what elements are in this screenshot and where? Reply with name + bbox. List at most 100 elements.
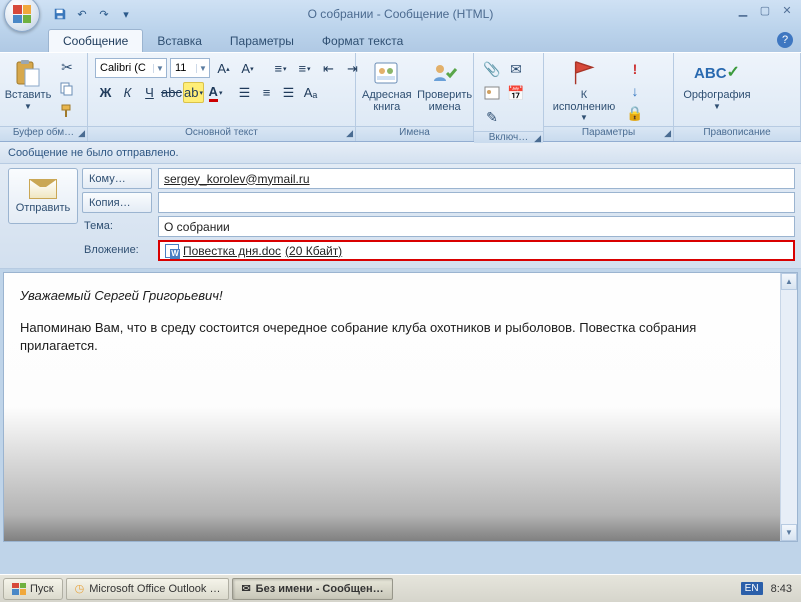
dialog-launcher-icon[interactable]: ◢ [534, 133, 541, 144]
language-indicator[interactable]: EN [741, 582, 763, 595]
tab-message[interactable]: Сообщение [48, 29, 143, 52]
group-clipboard: Вставить ▼ ✂ Буфер обм…◢ [0, 53, 88, 141]
font-size-combo[interactable]: 11▼ [170, 58, 210, 78]
send-button[interactable]: Отправить [8, 168, 78, 224]
align-left-icon[interactable]: ☰ [234, 82, 255, 103]
align-center-icon[interactable]: ≡ [256, 82, 277, 103]
spelling-label: Орфография [683, 90, 750, 102]
followup-label: К исполнению [553, 90, 616, 113]
grow-font-icon[interactable]: A▴ [213, 58, 234, 79]
group-clipboard-label: Буфер обм…◢ [0, 126, 87, 141]
ribbon: Вставить ▼ ✂ Буфер обм…◢ Calibri (С▼ 11▼… [0, 52, 801, 142]
close-button[interactable]: ✕ [779, 4, 795, 17]
spelling-button[interactable]: ABC✓ Орфография ▼ [678, 55, 756, 113]
group-followup: К исполнению ▼ ! ↓ 🔒 Параметры◢ [544, 53, 674, 141]
font-name-combo[interactable]: Calibri (С▼ [95, 58, 167, 78]
font-color-icon[interactable]: A▾ [205, 82, 226, 103]
shrink-font-icon[interactable]: A▾ [237, 58, 258, 79]
taskbar: Пуск ◷ Microsoft Office Outlook … ✉ Без … [0, 574, 801, 602]
check-names-button[interactable]: Проверить имена [417, 55, 473, 115]
chevron-down-icon: ▼ [24, 102, 32, 111]
check-names-label: Проверить имена [417, 90, 472, 113]
calendar-icon[interactable]: 📅 [506, 83, 526, 103]
importance-low-icon[interactable]: ↓ [625, 81, 645, 101]
tab-format[interactable]: Формат текста [308, 30, 417, 52]
chevron-down-icon: ▼ [580, 113, 588, 122]
bold-button[interactable]: Ж [95, 82, 116, 103]
redo-icon[interactable]: ↷ [94, 4, 114, 24]
group-proofing-label: Правописание [674, 126, 800, 141]
italic-button[interactable]: К [117, 82, 138, 103]
envelope-icon: ✉ [241, 582, 250, 595]
taskbar-item-message[interactable]: ✉ Без имени - Сообщен… [232, 578, 392, 600]
underline-button[interactable]: Ч [139, 82, 160, 103]
qat-dropdown-icon[interactable]: ▾ [116, 4, 136, 24]
copy-icon[interactable] [57, 79, 77, 99]
envelope-icon [29, 179, 57, 199]
message-body[interactable]: Уважаемый Сергей Григорьевич! Напоминаю … [4, 273, 780, 541]
attachment-filename: Повестка дня.doc [183, 244, 281, 258]
subject-field[interactable]: О собрании [158, 216, 795, 237]
taskbar-item-outlook[interactable]: ◷ Microsoft Office Outlook … [66, 578, 230, 600]
scroll-track[interactable] [781, 290, 797, 524]
minimize-button[interactable]: ▁ [735, 4, 751, 17]
highlight-icon[interactable]: ab▾ [183, 82, 204, 103]
permissions-icon[interactable]: 🔒 [625, 103, 645, 123]
bullets-icon[interactable]: ≡▾ [270, 58, 291, 79]
quick-access-toolbar: ↶ ↷ ▾ [50, 4, 136, 24]
group-proofing: ABC✓ Орфография ▼ Правописание [674, 53, 801, 141]
format-painter-icon[interactable] [57, 101, 77, 121]
attachment-size: (20 Кбайт) [285, 244, 342, 258]
clock: 8:43 [771, 583, 792, 595]
cut-icon[interactable]: ✂ [57, 57, 77, 77]
scroll-up-icon[interactable]: ▲ [781, 273, 797, 290]
chevron-down-icon: ▼ [196, 64, 209, 73]
signature-icon[interactable]: ✎ [482, 107, 502, 127]
undo-icon[interactable]: ↶ [72, 4, 92, 24]
info-bar: Сообщение не было отправлено. [0, 142, 801, 164]
to-button[interactable]: Кому… [82, 168, 152, 189]
attach-item-icon[interactable]: ✉ [506, 59, 526, 79]
tab-options[interactable]: Параметры [216, 30, 308, 52]
strike-button[interactable]: abc [161, 82, 182, 103]
window-controls: ▁ ▢ ✕ [735, 4, 795, 17]
maximize-button[interactable]: ▢ [757, 4, 773, 17]
to-field[interactable]: sergey_korolev@mymail.ru [158, 168, 795, 189]
vertical-scrollbar[interactable]: ▲ ▼ [780, 273, 797, 541]
chevron-down-icon: ▼ [713, 102, 721, 111]
dialog-launcher-icon[interactable]: ◢ [78, 128, 85, 139]
dialog-launcher-icon[interactable]: ◢ [346, 128, 353, 139]
attachment-item[interactable]: Повестка дня.doc (20 Кбайт) [165, 244, 342, 258]
body-paragraph: Напоминаю Вам, что в среду состоится оче… [20, 319, 764, 355]
address-book-button[interactable]: Адресная книга [360, 55, 414, 115]
outdent-icon[interactable]: ⇤ [318, 58, 339, 79]
windows-flag-icon [12, 583, 26, 595]
start-button[interactable]: Пуск [3, 578, 63, 600]
attachment-label: Вложение: [82, 240, 152, 261]
system-tray: EN 8:43 [735, 582, 798, 595]
scroll-down-icon[interactable]: ▼ [781, 524, 797, 541]
check-names-icon [429, 57, 461, 89]
save-icon[interactable] [50, 4, 70, 24]
paste-label: Вставить [5, 90, 52, 102]
chevron-down-icon: ▼ [153, 64, 166, 73]
help-icon[interactable]: ? [777, 32, 793, 48]
group-include: 📎 ✉ 📅 ✎ Включ…◢ [474, 53, 544, 141]
clear-format-icon[interactable]: Aₐ [300, 82, 321, 103]
attach-file-icon[interactable]: 📎 [482, 59, 502, 79]
numbering-icon[interactable]: ≡▾ [294, 58, 315, 79]
attachment-field[interactable]: Повестка дня.doc (20 Кбайт) [158, 240, 795, 261]
business-card-icon[interactable] [482, 83, 502, 103]
group-followup-label: Параметры◢ [544, 126, 673, 141]
paste-button[interactable]: Вставить ▼ [4, 55, 52, 113]
flag-icon [568, 57, 600, 89]
tab-insert[interactable]: Вставка [143, 30, 216, 52]
dialog-launcher-icon[interactable]: ◢ [664, 128, 671, 139]
group-names: Адресная книга Проверить имена Имена [356, 53, 474, 141]
importance-high-icon[interactable]: ! [625, 59, 645, 79]
group-include-label: Включ…◢ [474, 131, 543, 143]
cc-field[interactable] [158, 192, 795, 213]
align-right-icon[interactable]: ☰ [278, 82, 299, 103]
cc-button[interactable]: Копия… [82, 192, 152, 213]
followup-flag-button[interactable]: К исполнению ▼ [548, 55, 620, 124]
